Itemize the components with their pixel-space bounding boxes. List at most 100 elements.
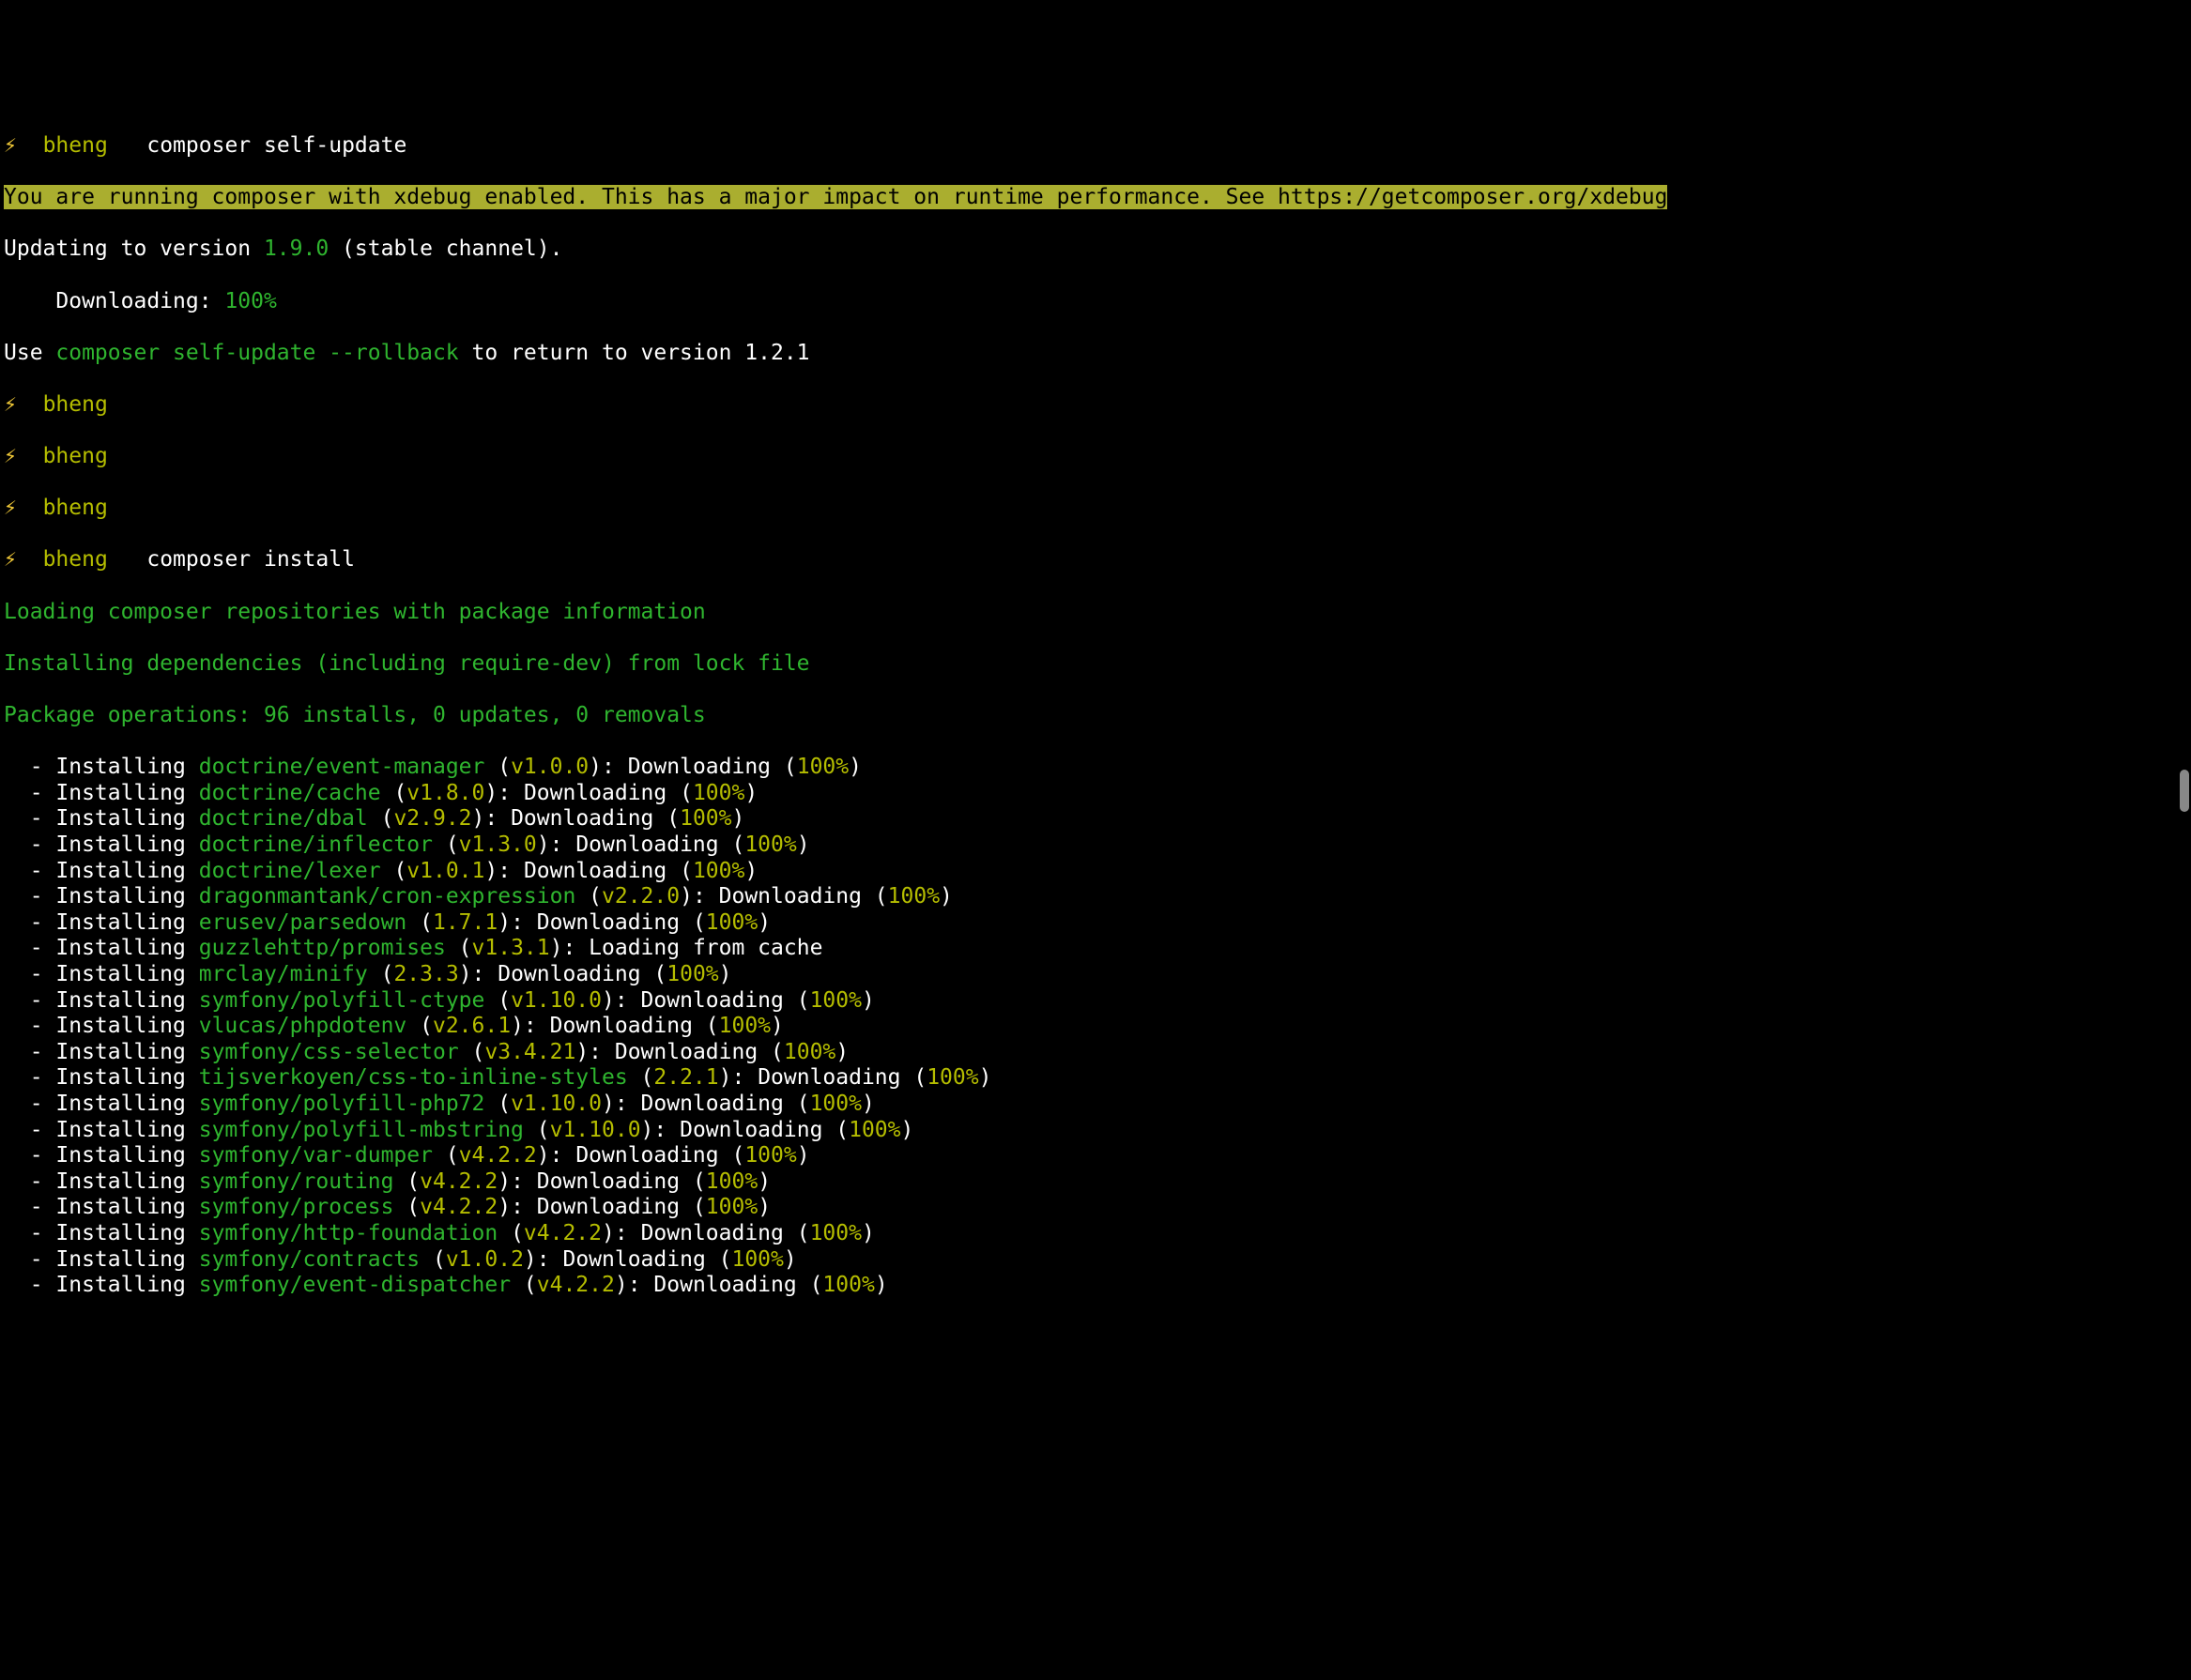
list-dash: - [4,910,55,935]
paren-open: ( [575,884,602,909]
download-percent: 100% [666,962,718,986]
package-version: v4.2.2 [537,1273,615,1297]
package-install-line: - Installing vlucas/phpdotenv (v2.6.1): … [4,1014,2187,1040]
bolt-icon: ⚡ [4,133,17,158]
package-install-line: - Installing symfony/polyfill-ctype (v1.… [4,988,2187,1015]
status-prefix: Downloading ( [641,1092,810,1116]
package-version: 2.3.3 [393,962,458,986]
status-prefix: Downloading ( [680,1118,849,1142]
package-install-line: - Installing erusev/parsedown (1.7.1): D… [4,910,2187,937]
command-text: composer install [146,547,355,572]
list-dash: - [4,962,55,986]
list-dash: - [4,1065,55,1090]
package-install-line: - Installing symfony/routing (v4.2.2): D… [4,1169,2187,1196]
status-suffix: ) [862,1221,875,1245]
package-install-line: - Installing symfony/process (v4.2.2): D… [4,1195,2187,1221]
status-suffix: ) [862,988,875,1013]
list-dash: - [4,884,55,909]
list-dash: - [4,936,55,960]
package-version: v2.6.1 [433,1014,511,1038]
rollback-prefix: Use [4,341,55,365]
status-suffix: ) [797,1143,810,1168]
package-list: - Installing doctrine/event-manager (v1.… [4,755,2187,1298]
package-name: symfony/process [199,1195,394,1219]
package-version: v2.2.0 [602,884,680,909]
update-suffix: (stable channel). [329,237,562,261]
package-name: dragonmantank/cron-expression [199,884,576,909]
paren-close: ): [524,1247,563,1272]
list-dash: - [4,988,55,1013]
package-name: symfony/http-foundation [199,1221,498,1245]
download-percent: 100% [810,1092,862,1116]
paren-open: ( [420,1247,446,1272]
paren-open: ( [446,936,472,960]
bolt-icon: ⚡ [4,547,17,572]
status-suffix: ) [940,884,953,909]
package-version: v4.2.2 [459,1143,537,1168]
list-dash: - [4,859,55,883]
download-percent: 100% [927,1065,978,1090]
package-version: v3.4.21 [484,1040,575,1064]
status-suffix: ) [862,1092,875,1116]
terminal-output[interactable]: ⚡ bheng composer self-update You are run… [4,107,2187,1324]
status-prefix: Downloading ( [758,1065,927,1090]
paren-close: ): [602,1221,641,1245]
paren-open: ( [511,1273,537,1297]
package-name: symfony/contracts [199,1247,420,1272]
installing-label: Installing [55,962,198,986]
package-name: symfony/var-dumper [199,1143,433,1168]
scrollbar-thumb[interactable] [2180,770,2189,812]
package-install-line: - Installing doctrine/dbal (v2.9.2): Dow… [4,806,2187,832]
package-name: guzzlehttp/promises [199,936,446,960]
package-name: doctrine/event-manager [199,755,485,779]
package-version: v4.2.2 [420,1195,498,1219]
package-name: symfony/polyfill-php72 [199,1092,485,1116]
prompt-line-empty-3: ⚡ bheng [4,496,2187,522]
installing-label: Installing [55,1092,198,1116]
package-name: tijsverkoyen/css-to-inline-styles [199,1065,628,1090]
installing-label: Installing [55,1247,198,1272]
package-install-line: - Installing doctrine/cache (v1.8.0): Do… [4,781,2187,807]
rollback-suffix: to return to version 1.2.1 [459,341,810,365]
package-name: symfony/css-selector [199,1040,459,1064]
status-prefix: Downloading ( [628,755,797,779]
status-prefix: Downloading ( [498,962,666,986]
status-suffix: ) [731,806,744,831]
paren-close: ): [498,1169,537,1194]
paren-close: ): [472,806,512,831]
installing-label: Installing [55,781,198,805]
paren-close: ): [459,962,498,986]
status-prefix: Downloading ( [524,781,693,805]
paren-open: ( [368,806,394,831]
paren-close: ): [537,1143,576,1168]
paren-close: ): [615,1273,654,1297]
paren-open: ( [381,859,407,883]
installing-label: Installing [55,988,198,1013]
package-install-line: - Installing symfony/contracts (v1.0.2):… [4,1247,2187,1274]
installing-label: Installing [55,832,198,857]
paren-open: ( [484,755,511,779]
paren-close: ): [498,1195,537,1219]
package-version: 1.7.1 [433,910,498,935]
paren-open: ( [484,988,511,1013]
list-dash: - [4,806,55,831]
installing-label: Installing [55,1118,198,1142]
package-name: symfony/event-dispatcher [199,1273,511,1297]
package-version: v1.10.0 [511,988,602,1013]
package-install-line: - Installing doctrine/event-manager (v1.… [4,755,2187,781]
download-percent: 100% [680,806,731,831]
package-version: v1.0.0 [511,755,589,779]
package-install-line: - Installing tijsverkoyen/css-to-inline-… [4,1065,2187,1092]
package-name: doctrine/lexer [199,859,381,883]
status-prefix: Downloading ( [537,1195,706,1219]
command-text: composer self-update [146,133,406,158]
status-suffix: ) [744,859,758,883]
list-dash: - [4,1273,55,1297]
download-percent: 100% [810,1221,862,1245]
paren-open: ( [628,1065,654,1090]
package-install-line: - Installing symfony/var-dumper (v4.2.2)… [4,1143,2187,1169]
package-install-line: - Installing guzzlehttp/promises (v1.3.1… [4,936,2187,962]
status-suffix: ) [719,962,732,986]
package-version: v4.2.2 [524,1221,602,1245]
paren-close: ): [680,884,719,909]
